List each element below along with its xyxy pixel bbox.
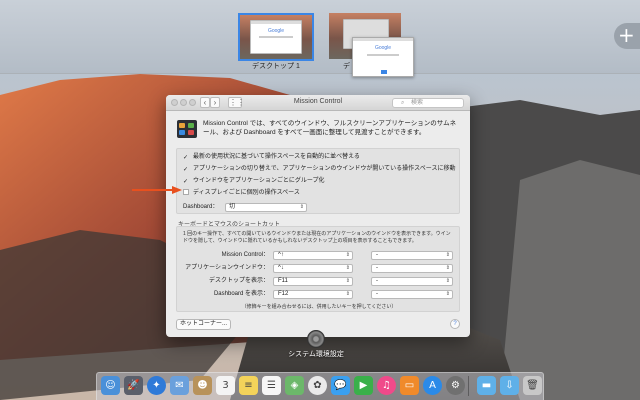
chevron-updown-icon: ⇕ xyxy=(345,291,350,297)
dock-separator xyxy=(468,376,469,396)
key-value: ^↓ xyxy=(278,265,284,271)
mouse-shortcut-select[interactable]: - ⇕ xyxy=(371,264,453,273)
mouse-shortcut-select[interactable]: - ⇕ xyxy=(371,277,453,286)
ibooks-icon[interactable]: ▭ xyxy=(400,376,419,395)
shortcut-row-app-windows: アプリケーションウインドウ： ^↓ ⇕ - ⇕ xyxy=(177,263,461,273)
key-value: ^↑ xyxy=(278,252,284,258)
modifier-note: （修飾キーを組み合わせるには、併用したいキーを押してください） xyxy=(241,304,397,310)
add-space-button[interactable]: + xyxy=(614,23,640,49)
search-placeholder: 検索 xyxy=(411,100,424,106)
shortcut-row-show-desktop: デスクトップを表示： F11 ⇕ - ⇕ xyxy=(177,276,461,286)
mission-control-preferences-window: ‹ › ⋮⋮ Mission Control ⌕ 検索 Mission Cont… xyxy=(166,95,470,337)
mini-icon xyxy=(381,70,387,74)
app-store-icon[interactable]: A xyxy=(423,376,442,395)
mail-icon[interactable]: ✉ xyxy=(170,376,189,395)
option-auto-rearrange[interactable]: ✓ 最新の使用状況に基づいて操作スペースを自動的に並べ替える xyxy=(183,153,360,162)
trash-icon[interactable]: 🗑 xyxy=(523,376,542,395)
mouse-shortcut-select[interactable]: - ⇕ xyxy=(371,290,453,299)
chevron-updown-icon: ⇕ xyxy=(299,204,304,210)
app-window-label: システム環境設定 xyxy=(288,351,344,358)
checkbox-checked-icon[interactable]: ✓ xyxy=(183,167,189,173)
chevron-updown-icon: ⇕ xyxy=(345,252,350,258)
system-preferences-icon[interactable] xyxy=(307,330,325,348)
shortcut-label: デスクトップを表示： xyxy=(208,278,269,284)
key-value: F12 xyxy=(278,291,289,297)
checkbox-checked-icon[interactable]: ✓ xyxy=(183,155,189,161)
spaces-bar: Google デスクトップ 1 デ Google + xyxy=(0,0,640,77)
mini-browser-window: Google xyxy=(250,20,302,54)
option-label: ウインドウをアプリケーションごとにグループ化 xyxy=(193,178,325,184)
messages-icon[interactable]: 💬 xyxy=(331,376,350,395)
finder-icon[interactable]: ☺ xyxy=(101,376,120,395)
shortcut-row-show-dashboard: Dashboard を表示： F12 ⇕ - ⇕ xyxy=(177,289,461,299)
options-group: ✓ 最新の使用状況に基づいて操作スペースを自動的に並べ替える ✓ アプリケーションの… xyxy=(176,148,460,214)
chevron-updown-icon: ⇕ xyxy=(345,265,350,271)
shortcut-label: アプリケーションウインドウ： xyxy=(185,265,269,271)
pane-description: Mission Control では、すべてのウインドウ、フルスクリーンアプリケ… xyxy=(203,120,457,136)
option-switch-to-space[interactable]: ✓ アプリケーションの切り替えで、アプリケーションのウインドウが開いている操作スペ… xyxy=(183,165,455,174)
notes-icon[interactable]: ≡ xyxy=(239,376,258,395)
chevron-updown-icon: ⇕ xyxy=(445,278,450,284)
space-label-desktop-2: デ xyxy=(343,63,350,70)
chevron-updown-icon: ⇕ xyxy=(345,278,350,284)
system-preferences-icon[interactable]: ⚙ xyxy=(446,376,465,395)
maps-icon[interactable]: ◈ xyxy=(285,376,304,395)
space-thumbnail-desktop-1[interactable]: Google xyxy=(238,13,314,61)
dashboard-select[interactable]: 切 ⇕ xyxy=(225,203,307,212)
option-label: 最新の使用状況に基づいて操作スペースを自動的に並べ替える xyxy=(193,154,360,160)
checkbox-checked-icon[interactable]: ✓ xyxy=(183,179,189,185)
folder-icon[interactable]: ▬ xyxy=(477,376,496,395)
shortcut-row-mission-control: Mission Control： ^↑ ⇕ - ⇕ xyxy=(177,250,461,260)
facetime-icon[interactable]: ▶ xyxy=(354,376,373,395)
key-value: F11 xyxy=(278,278,288,284)
calendar-icon[interactable]: 3 xyxy=(216,376,235,395)
space-label-desktop-1: デスクトップ 1 xyxy=(252,63,300,70)
checkbox-unchecked-icon[interactable] xyxy=(183,189,189,195)
contacts-icon[interactable]: ☻ xyxy=(193,376,212,395)
search-icon: ⌕ xyxy=(401,100,405,106)
mini-google-logo: Google xyxy=(267,28,285,34)
pane-header: Mission Control では、すべてのウインドウ、フルスクリーンアプリケ… xyxy=(177,118,461,146)
dashboard-label: Dashboard： xyxy=(183,204,219,210)
help-button[interactable]: ? xyxy=(450,319,460,329)
dashboard-select-value: 切 xyxy=(229,204,236,210)
option-group-by-app[interactable]: ✓ ウインドウをアプリケーションごとにグループ化 xyxy=(183,177,325,186)
shortcut-label: Mission Control： xyxy=(221,252,269,258)
itunes-icon[interactable]: ♫ xyxy=(377,376,396,395)
mission-control-icon xyxy=(177,120,197,138)
reminders-icon[interactable]: ☰ xyxy=(262,376,281,395)
option-label: ディスプレイごとに個別の操作スペース xyxy=(193,190,300,196)
dock: ☺ 🚀 ✦ ✉ ☻ 3 ≡ ☰ ◈ ✿ 💬 ▶ ♫ ▭ A ⚙ ▬ ⇩ 🗑 xyxy=(96,372,544,400)
launchpad-icon[interactable]: 🚀 xyxy=(124,376,143,395)
shortcut-group: 1 回のキー操作で、すべての開いているウインドウまたは現在のアプリケーションのウ… xyxy=(176,226,460,312)
mouse-value: - xyxy=(376,291,378,297)
keyboard-shortcut-select[interactable]: ^↓ ⇕ xyxy=(273,264,353,273)
keyboard-shortcut-select[interactable]: F12 ⇕ xyxy=(273,290,353,299)
photos-icon[interactable]: ✿ xyxy=(308,376,327,395)
window-titlebar: ‹ › ⋮⋮ Mission Control ⌕ 検索 xyxy=(166,95,470,111)
downloads-folder-icon[interactable]: ⇩ xyxy=(500,376,519,395)
shortcut-description: 1 回のキー操作で、すべての開いているウインドウまたは現在のアプリケーションのウ… xyxy=(183,231,451,244)
dragged-window-thumbnail[interactable]: Google xyxy=(352,37,414,77)
plus-icon: + xyxy=(618,23,635,47)
annotation-arrow-icon xyxy=(132,186,182,194)
option-separate-spaces[interactable]: ディスプレイごとに個別の操作スペース xyxy=(183,189,300,198)
safari-icon[interactable]: ✦ xyxy=(147,376,166,395)
chevron-updown-icon: ⇕ xyxy=(445,252,450,258)
keyboard-shortcut-select[interactable]: ^↑ ⇕ xyxy=(273,251,353,260)
mouse-value: - xyxy=(376,278,378,284)
mouse-shortcut-select[interactable]: - ⇕ xyxy=(371,251,453,260)
shortcut-label: Dashboard を表示： xyxy=(213,291,269,297)
hot-corners-button[interactable]: ホットコーナー... xyxy=(176,319,231,330)
chevron-updown-icon: ⇕ xyxy=(445,291,450,297)
search-input[interactable]: ⌕ 検索 xyxy=(392,98,464,108)
option-label: アプリケーションの切り替えで、アプリケーションのウインドウが開いている操作スペー… xyxy=(193,166,456,172)
chevron-updown-icon: ⇕ xyxy=(445,265,450,271)
mini-google-logo: Google xyxy=(374,45,392,51)
keyboard-shortcut-select[interactable]: F11 ⇕ xyxy=(273,277,353,286)
mouse-value: - xyxy=(376,265,378,271)
mouse-value: - xyxy=(376,252,378,258)
